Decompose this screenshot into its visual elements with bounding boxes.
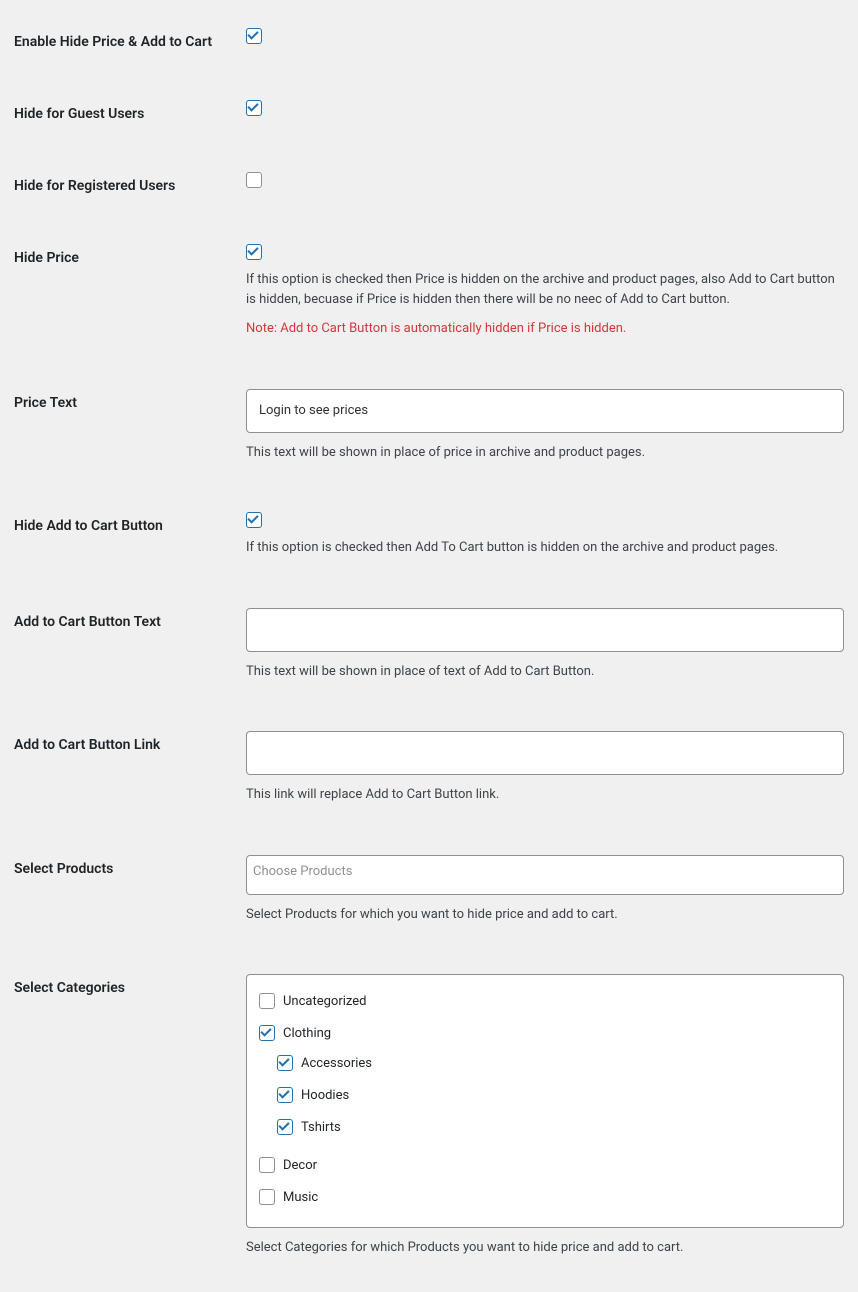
hide-guest-checkbox[interactable] (246, 100, 262, 116)
hide-cart-label: Hide Add to Cart Button (14, 518, 163, 534)
hide-registered-label: Hide for Registered Users (14, 178, 175, 194)
products-label: Select Products (14, 861, 113, 877)
category-label[interactable]: Tshirts (277, 1119, 341, 1135)
category-name: Tshirts (301, 1120, 341, 1135)
category-item: Clothing Accessories Hoodies Tshirts (259, 1019, 831, 1151)
categories-desc: Select Categories for which Products you… (246, 1238, 844, 1258)
category-name: Decor (283, 1158, 317, 1173)
settings-table: Enable Hide Price & Add to Cart Hide for… (14, 18, 844, 1274)
cart-link-label: Add to Cart Button Link (14, 737, 160, 753)
hide-cart-desc: If this option is checked then Add To Ca… (246, 538, 844, 558)
category-checkbox[interactable] (277, 1119, 293, 1135)
enable-checkbox[interactable] (246, 28, 262, 44)
category-checkbox[interactable] (259, 1025, 275, 1041)
category-item: Accessories (277, 1049, 831, 1081)
hide-guest-label: Hide for Guest Users (14, 106, 144, 122)
cart-text-input[interactable] (246, 608, 844, 652)
price-text-label: Price Text (14, 395, 77, 411)
cart-link-desc: This link will replace Add to Cart Butto… (246, 785, 844, 805)
hide-cart-checkbox[interactable] (246, 512, 262, 528)
cart-text-label: Add to Cart Button Text (14, 614, 161, 630)
products-select[interactable]: Choose Products (246, 855, 844, 895)
category-item: Tshirts (277, 1113, 831, 1145)
hide-price-desc: If this option is checked then Price is … (246, 270, 844, 309)
category-label[interactable]: Hoodies (277, 1087, 349, 1103)
category-item: Hoodies (277, 1081, 831, 1113)
category-label[interactable]: Clothing (259, 1025, 331, 1041)
hide-price-checkbox[interactable] (246, 244, 262, 260)
category-name: Clothing (283, 1026, 331, 1041)
category-label[interactable]: Accessories (277, 1055, 372, 1071)
price-text-desc: This text will be shown in place of pric… (246, 443, 844, 463)
category-name: Accessories (301, 1056, 372, 1071)
category-checkbox[interactable] (259, 1189, 275, 1205)
category-item: Music (259, 1183, 831, 1215)
products-desc: Select Products for which you want to hi… (246, 905, 844, 925)
cart-link-input[interactable] (246, 731, 844, 775)
categories-box: Uncategorized Clothing Accessories Hoodies T… (246, 974, 844, 1228)
category-checkbox[interactable] (259, 993, 275, 1009)
category-checkbox[interactable] (277, 1087, 293, 1103)
price-text-input[interactable] (246, 389, 844, 433)
category-checkbox[interactable] (259, 1157, 275, 1173)
category-item: Uncategorized (259, 987, 831, 1019)
category-label[interactable]: Decor (259, 1157, 317, 1173)
category-checkbox[interactable] (277, 1055, 293, 1071)
category-name: Hoodies (301, 1088, 349, 1103)
category-item: Decor (259, 1151, 831, 1183)
hide-price-note: Note: Add to Cart Button is automaticall… (246, 319, 844, 339)
category-name: Uncategorized (283, 994, 366, 1009)
cart-text-desc: This text will be shown in place of text… (246, 662, 844, 682)
category-label[interactable]: Music (259, 1189, 318, 1205)
enable-label: Enable Hide Price & Add to Cart (14, 34, 212, 50)
categories-list: Uncategorized Clothing Accessories Hoodies T… (259, 987, 831, 1215)
categories-label: Select Categories (14, 980, 125, 996)
category-children: Accessories Hoodies Tshirts (259, 1049, 831, 1145)
category-name: Music (283, 1190, 318, 1205)
category-label[interactable]: Uncategorized (259, 993, 366, 1009)
hide-registered-checkbox[interactable] (246, 172, 262, 188)
hide-price-label: Hide Price (14, 250, 79, 266)
